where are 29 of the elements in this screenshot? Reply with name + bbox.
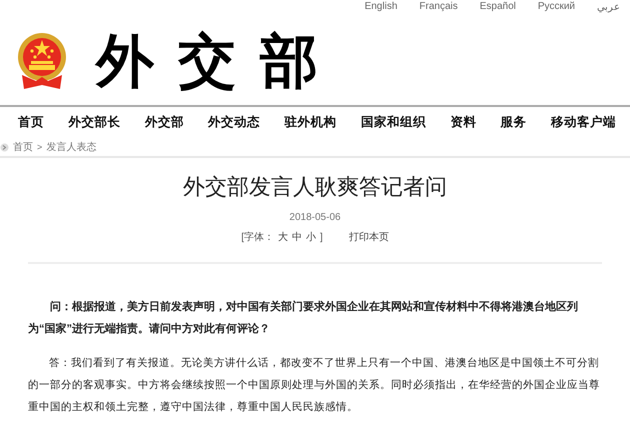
font-size-link[interactable]: 中 — [292, 230, 302, 244]
nav-link[interactable]: 国家和组织 — [360, 114, 426, 136]
language-link[interactable]: Русский — [538, 1, 575, 13]
language-link[interactable]: Français — [419, 1, 458, 13]
print-link[interactable]: 打印本页 — [348, 230, 389, 244]
breadcrumb-separator: > — [37, 142, 42, 152]
font-size-label: [字体： — [241, 230, 274, 244]
nav-link[interactable]: 资料 — [450, 114, 476, 136]
nav-link[interactable]: 外交动态 — [208, 114, 260, 136]
nav-link[interactable]: 服务 — [500, 114, 527, 136]
breadcrumb-icon — [0, 142, 9, 152]
site-logo: 外交部 — [96, 33, 342, 91]
language-link[interactable]: عربي — [597, 1, 620, 13]
nav-link[interactable]: 驻外机构 — [284, 114, 336, 136]
answer-paragraph: 答：我们看到了有关报道。无论美方讲什么话，都改变不了世界上只有一个中国、港澳台地区是中国领土不可分割的一部分的客观事实。中方将会继续按照一个中国原则处理与外国的关系。同时必须指出，在华经营的外国企业应当尊重中国的主权和领土完整，遵守中国法律，尊重中国人民民族感情。 — [28, 356, 600, 415]
breadcrumb-link[interactable]: 首页 — [13, 140, 33, 154]
nav-link[interactable]: 外交部 — [144, 114, 184, 136]
question-paragraph: 问：根据报道，美方日前发表声明，对中国有关部门要求外国企业在其网站和宣传材料中不得将港澳台地区列为“国家”进行无端指责。请问中方对此有何评论？ — [28, 299, 579, 337]
article-title: 外交部发言人耿爽答记者问 — [182, 173, 448, 201]
article-date: 2018-05-06 — [288, 212, 342, 223]
nav-link[interactable]: 外交部长 — [68, 114, 120, 136]
language-link[interactable]: Español — [480, 1, 516, 13]
breadcrumb-link[interactable]: 发言人表态 — [46, 140, 96, 154]
font-size-link[interactable]: 小 — [306, 230, 316, 244]
nav-link[interactable]: 移动客户端 — [551, 114, 616, 136]
nav-link[interactable]: 首页 — [18, 114, 44, 136]
font-size-bracket: ] — [320, 232, 323, 242]
font-size-link[interactable]: 大 — [278, 230, 288, 244]
language-link[interactable]: English — [364, 1, 398, 13]
